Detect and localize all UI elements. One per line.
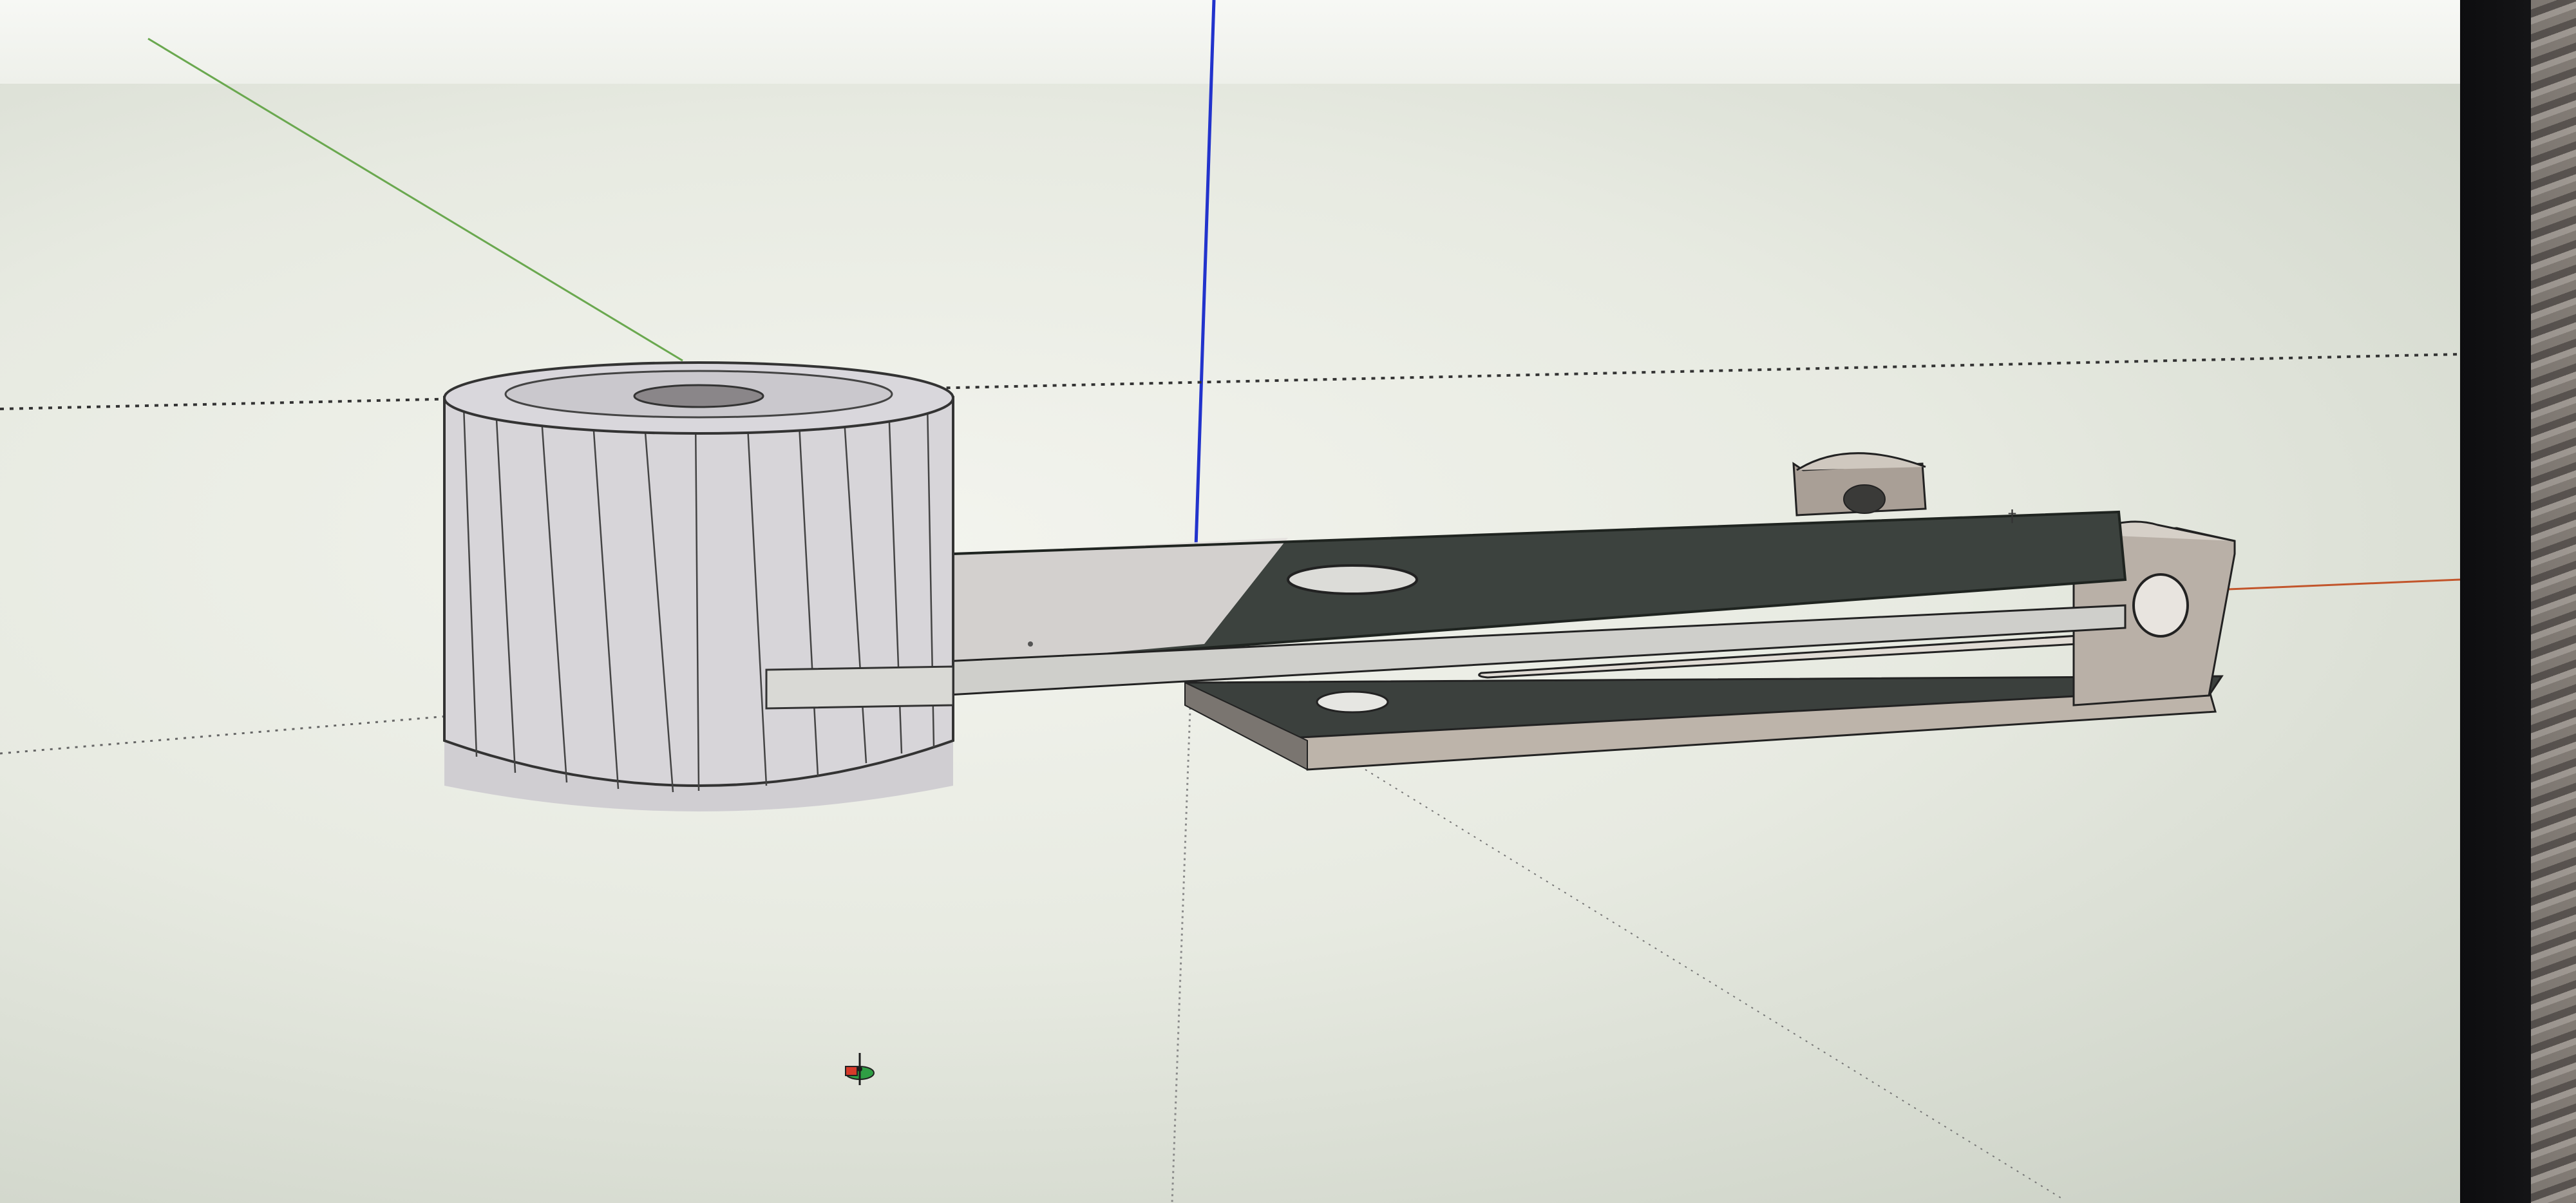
axes-orientation-icon[interactable] [840,1050,879,1088]
green-axis-line [147,37,683,362]
background-surface [2531,0,2576,1203]
blue-axis-line [1193,0,1216,587]
modeling-viewport[interactable]: † [0,0,2576,1203]
rear-clamp-hole [1843,484,1886,514]
inference-line-bottom [0,714,464,755]
model-canvas[interactable]: † [0,0,2460,1203]
endpoint-marker [1028,641,1033,647]
vertex-marker: † [2008,507,2016,526]
arm-plate-hole [1287,564,1418,595]
cylinder-hub [633,384,764,408]
red-axis-line [2228,578,2460,591]
inference-line-diagonal [1365,769,2061,1198]
clamp-hole [2132,573,2189,638]
lower-plate-hole [1316,690,1389,714]
arm-under-cylinder [765,665,954,710]
inference-line-top [0,353,2460,410]
